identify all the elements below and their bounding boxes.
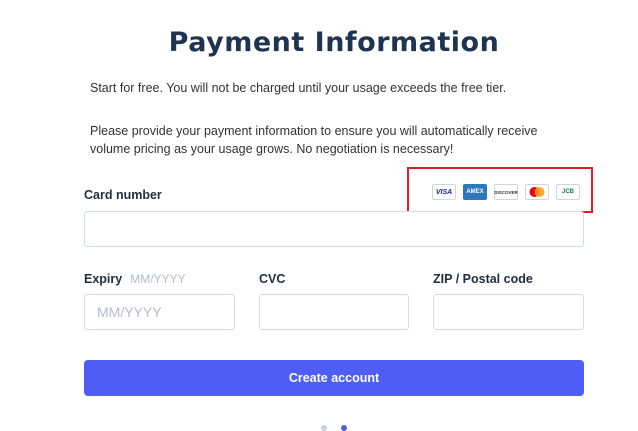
card-number-label: Card number	[84, 188, 162, 202]
highlight-box	[407, 167, 593, 213]
expiry-hint: MM/YYYY	[130, 272, 186, 286]
create-account-button[interactable]: Create account	[84, 360, 584, 396]
description-text: Please provide your payment information …	[90, 124, 538, 156]
card-number-input[interactable]	[84, 211, 584, 247]
zip-label: ZIP / Postal code	[433, 272, 533, 286]
loading-indicator	[321, 425, 347, 431]
indicator-dot	[321, 425, 327, 431]
expiry-label: Expiry MM/YYYY	[84, 272, 186, 286]
cvc-input[interactable]	[259, 294, 409, 330]
page-title: Payment Information	[168, 27, 500, 58]
zip-input[interactable]	[433, 294, 584, 330]
intro-text: Start for free. You will not be charged …	[90, 81, 507, 95]
indicator-dot-active	[341, 425, 347, 431]
expiry-input[interactable]	[84, 294, 235, 330]
cvc-label: CVC	[259, 272, 286, 286]
